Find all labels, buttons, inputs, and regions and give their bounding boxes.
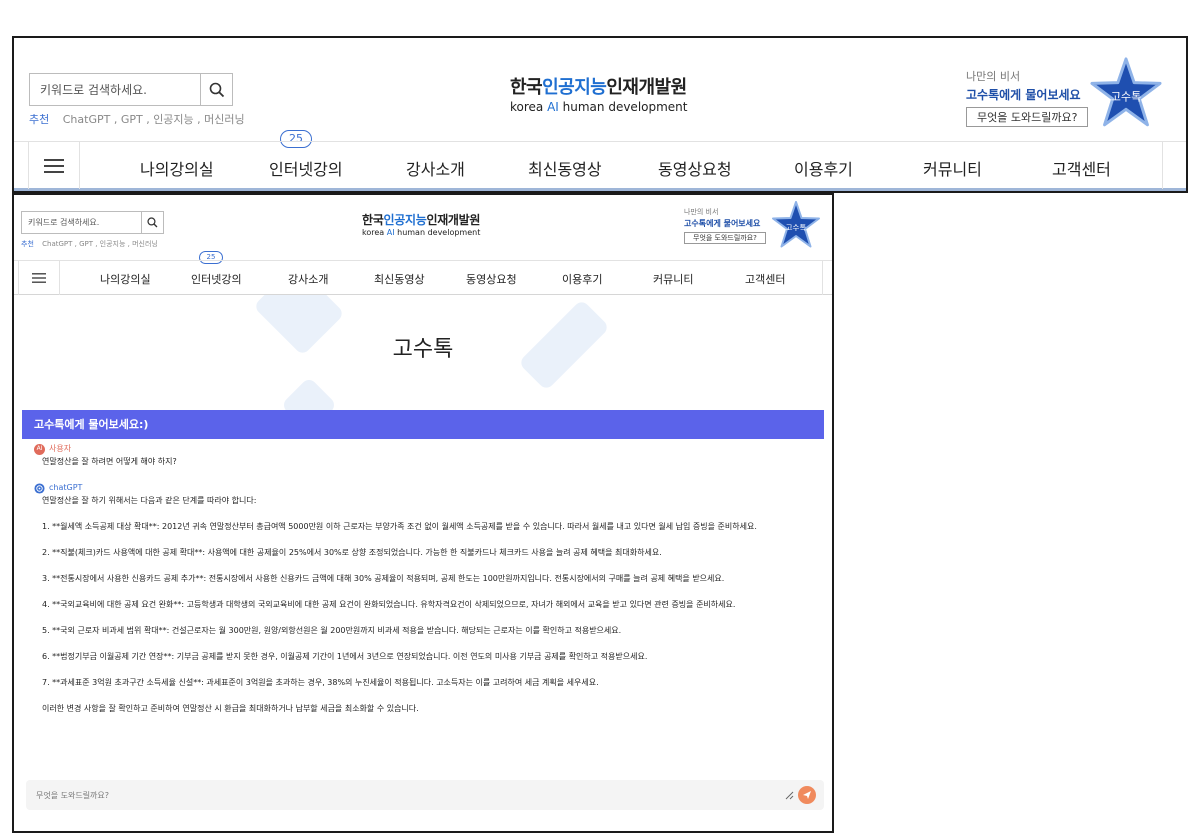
gosutalk-star-icon[interactable]: 고수톡 xyxy=(771,200,821,250)
site-logo[interactable]: 한국인공지능인재개발원 korea AI human development xyxy=(362,211,480,237)
nav-item-my-classroom[interactable]: 나의강의실 xyxy=(140,156,214,180)
recommend-label: 추천 xyxy=(21,240,34,248)
search-button[interactable] xyxy=(141,212,163,233)
recommend-keywords: 추천 ChatGPT , GPT , 인공지능 , 머신러닝 xyxy=(29,111,245,127)
nav-item-instructors[interactable]: 강사소개 xyxy=(288,271,328,287)
chat-log: AI 사용자 연말정산을 잘 하려면 어떻게 해야 하지? chatGPT 연말… xyxy=(22,443,824,715)
bot-point: 1. **월세액 소득공제 대상 확대**: 2012년 귀속 연말정산부터 총… xyxy=(42,522,757,531)
main-nav: 나의강의실 인터넷강의 강사소개 최신동영상 동영상요청 이용후기 커뮤니티 고… xyxy=(14,260,832,295)
hamburger-icon xyxy=(44,158,64,173)
nav-item-online-lectures[interactable]: 인터넷강의 xyxy=(191,271,242,287)
assistant-help-button[interactable]: 무엇을 도와드릴까요? xyxy=(684,232,766,244)
search-button[interactable] xyxy=(200,74,232,105)
hamburger-icon xyxy=(32,273,46,283)
user-message: 연말정산을 잘 하려면 어떻게 해야 하지? xyxy=(42,457,177,466)
nav-item-customer-center[interactable]: 고객센터 xyxy=(1052,156,1111,180)
chatgpt-icon xyxy=(34,482,45,494)
send-button[interactable] xyxy=(798,786,816,804)
assistant-promo: 나만의 비서 고수톡에게 물어보세요 무엇을 도와드릴까요? xyxy=(966,68,1089,127)
page-hero: 고수톡 xyxy=(14,295,832,410)
bot-point: 2. **직불(체크)카드 사용액에 대한 공제 확대**: 사용액에 대한 공… xyxy=(42,548,662,557)
logo-english: korea AI human development xyxy=(362,228,481,237)
chat-input-bar xyxy=(26,780,824,810)
site-logo[interactable]: 한국인공지능인재개발원 korea AI human development xyxy=(510,73,688,114)
recommend-label: 추천 xyxy=(29,113,50,126)
star-badge-label: 고수톡 xyxy=(786,223,807,232)
assistant-title[interactable]: 고수톡에게 물어보세요 xyxy=(684,218,766,229)
bot-point: 3. **전통시장에서 사용한 신용카드 공제 추가**: 전통시장에서 사용한… xyxy=(42,574,725,583)
user-avatar-icon: AI xyxy=(34,443,45,455)
user-label: 사용자 xyxy=(49,444,72,453)
logo-english: korea AI human development xyxy=(510,100,688,114)
nav-item-video-request[interactable]: 동영상요청 xyxy=(466,271,517,287)
nav-item-community[interactable]: 커뮤니티 xyxy=(653,271,693,287)
nav-divider xyxy=(1162,142,1163,189)
assistant-title[interactable]: 고수톡에게 물어보세요 xyxy=(966,86,1088,103)
search-box xyxy=(21,211,164,234)
bot-label: chatGPT xyxy=(49,483,83,492)
send-icon xyxy=(803,791,811,799)
page-panel: 추천 ChatGPT , GPT , 인공지능 , 머신러닝 한국인공지능인재개… xyxy=(12,193,834,833)
bot-intro: 연말정산을 잘 하기 위해서는 다음과 같은 단계를 따라야 합니다: xyxy=(42,496,257,505)
assistant-promo: 나만의 비서 고수톡에게 물어보세요 무엇을 도와드릴까요? xyxy=(684,207,766,244)
gosutalk-star-icon[interactable]: 고수톡 xyxy=(1089,56,1163,130)
nav-item-latest-videos[interactable]: 최신동영상 xyxy=(374,271,425,287)
recommend-terms[interactable]: ChatGPT , GPT , 인공지능 , 머신러닝 xyxy=(42,240,158,248)
star-badge-label: 고수톡 xyxy=(1111,90,1142,103)
bot-label-row: chatGPT xyxy=(34,482,824,494)
assistant-help-button[interactable]: 무엇을 도와드릴까요? xyxy=(966,107,1089,127)
recommend-keywords: 추천 ChatGPT , GPT , 인공지능 , 머신러닝 xyxy=(21,239,158,249)
nav-item-latest-videos[interactable]: 최신동영상 xyxy=(528,156,602,180)
page-title: 고수톡 xyxy=(392,337,454,362)
nav-item-instructors[interactable]: 강사소개 xyxy=(406,156,465,180)
bot-point: 6. **법정기부금 이월공제 기간 연장**: 기부금 공제를 받지 못한 경… xyxy=(42,652,648,661)
chat-input[interactable] xyxy=(36,785,776,805)
search-icon xyxy=(209,82,224,97)
recommend-terms[interactable]: ChatGPT , GPT , 인공지능 , 머신러닝 xyxy=(63,113,245,126)
bot-outro: 이러한 변경 사항을 잘 확인하고 준비하여 연말정산 시 환급을 최대화하거나… xyxy=(42,704,419,713)
bot-point: 7. **과세표준 3억원 초과구간 소득세율 신설**: 과세표준이 3억원을… xyxy=(42,678,599,687)
hero-deco-shape xyxy=(280,376,338,410)
nav-item-video-request[interactable]: 동영상요청 xyxy=(658,156,732,180)
search-box xyxy=(29,73,233,106)
nav-item-customer-center[interactable]: 고객센터 xyxy=(745,271,785,287)
main-nav: 나의강의실 인터넷강의 강사소개 최신동영상 동영상요청 이용후기 커뮤니티 고… xyxy=(14,141,1186,191)
logo-korean: 한국인공지능인재개발원 xyxy=(362,213,481,227)
header-zoom-panel: 추천 ChatGPT , GPT , 인공지능 , 머신러닝 한국인공지능인재개… xyxy=(12,36,1188,193)
menu-button[interactable] xyxy=(28,142,80,189)
assistant-subtitle: 나만의 비서 xyxy=(684,208,719,216)
nav-item-reviews[interactable]: 이용후기 xyxy=(562,271,602,287)
nav-item-online-lectures[interactable]: 인터넷강의 xyxy=(269,156,343,180)
menu-button[interactable] xyxy=(18,261,60,295)
site-header: 추천 ChatGPT , GPT , 인공지능 , 머신러닝 한국인공지능인재개… xyxy=(14,38,1186,141)
chat-header: 고수톡에게 물어보세요:) xyxy=(22,410,824,439)
logo-korean: 한국인공지능인재개발원 xyxy=(510,77,687,98)
search-input[interactable] xyxy=(30,74,200,105)
assistant-subtitle: 나만의 비서 xyxy=(966,70,1021,83)
search-input[interactable] xyxy=(22,212,140,233)
user-label-row: AI 사용자 xyxy=(34,443,824,455)
nav-item-reviews[interactable]: 이용후기 xyxy=(794,156,853,180)
nav-divider xyxy=(822,261,823,295)
bot-point: 5. **국외 근로자 비과세 범위 확대**: 건설근로자는 월 300만원,… xyxy=(42,626,622,635)
search-icon xyxy=(147,217,158,228)
nav-item-community[interactable]: 커뮤니티 xyxy=(923,156,982,180)
bot-point: 4. **국외교육비에 대한 공제 요건 완화**: 고등학생과 대학생의 국외… xyxy=(42,600,736,609)
nav-item-my-classroom[interactable]: 나의강의실 xyxy=(100,271,151,287)
resize-handle-icon[interactable] xyxy=(784,790,794,800)
